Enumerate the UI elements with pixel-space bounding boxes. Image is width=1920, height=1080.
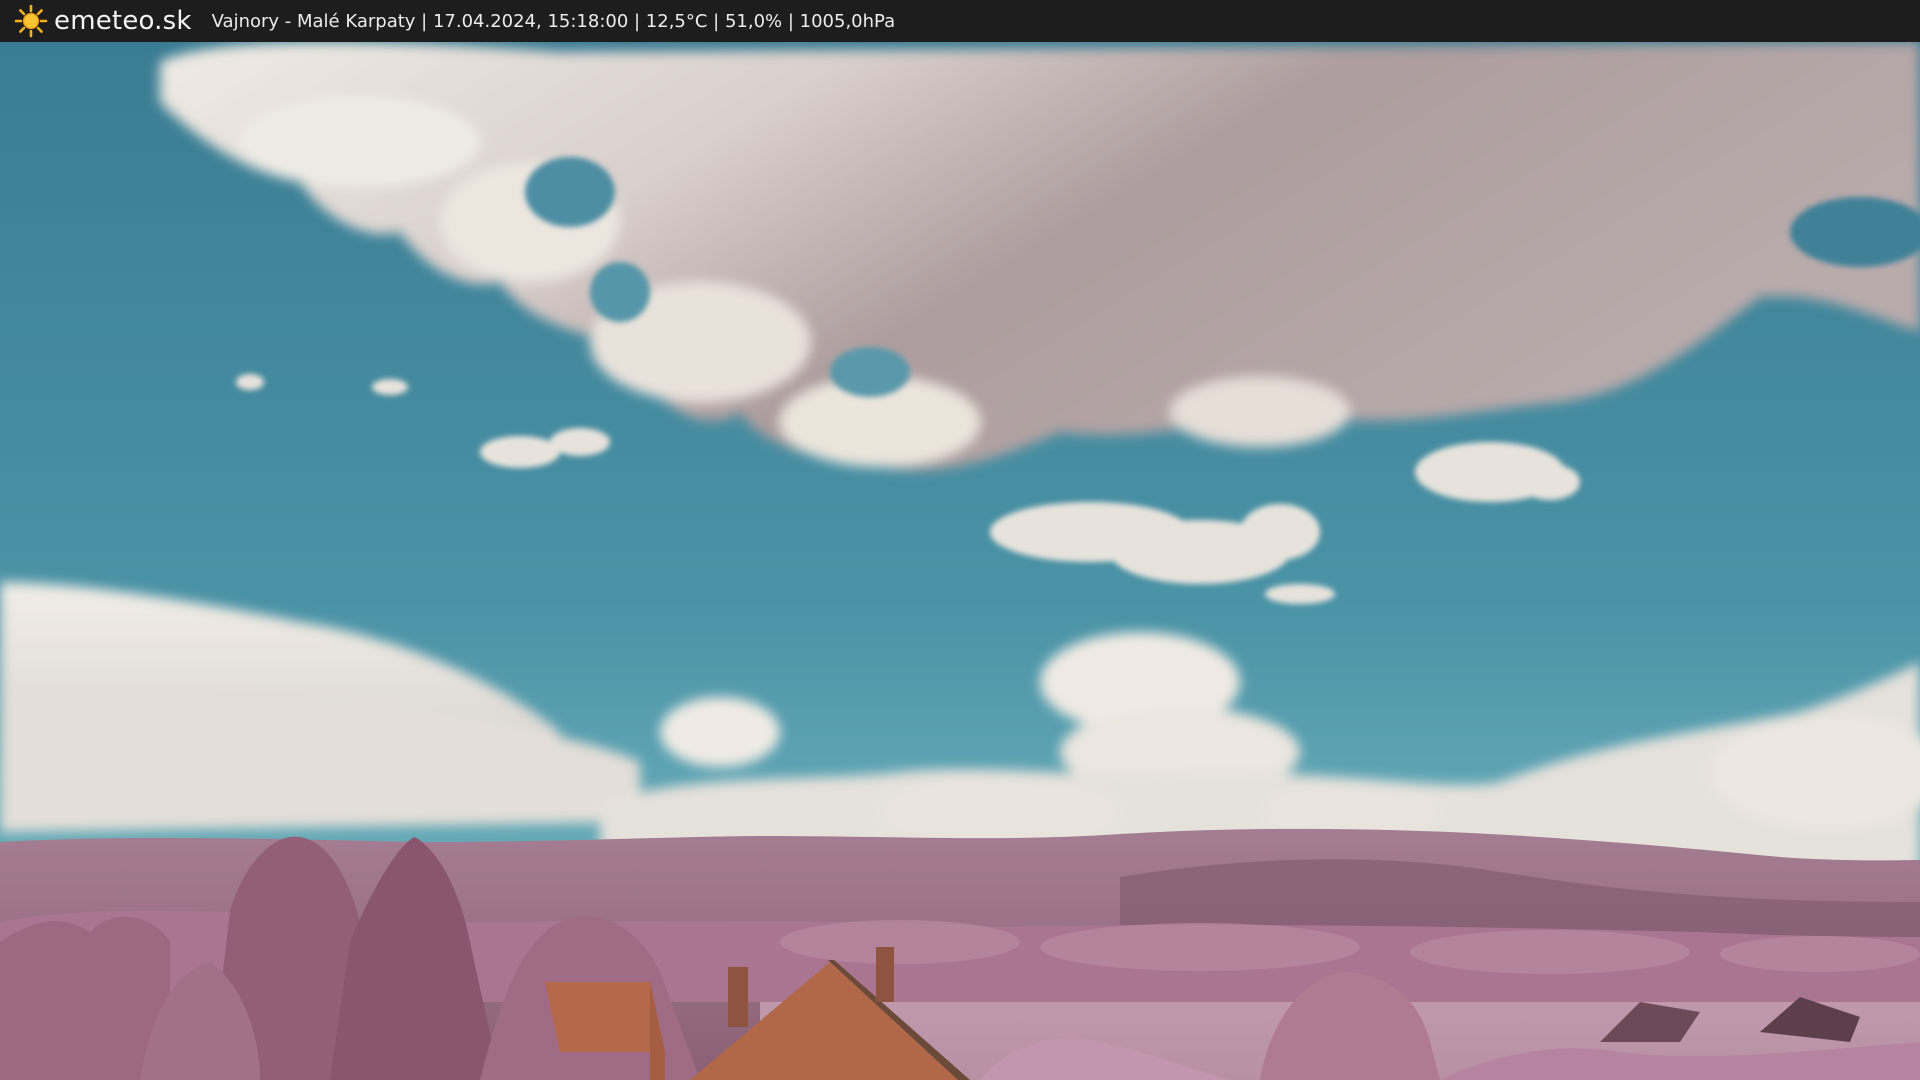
webcam-image <box>0 42 1920 1080</box>
webcam-title-bar: emeteo.sk Vajnory - Malé Karpaty | 17.04… <box>0 0 1920 42</box>
site-name[interactable]: emeteo.sk <box>54 6 192 36</box>
sun-icon <box>14 4 48 38</box>
webcam-caption: Vajnory - Malé Karpaty | 17.04.2024, 15:… <box>211 10 896 32</box>
